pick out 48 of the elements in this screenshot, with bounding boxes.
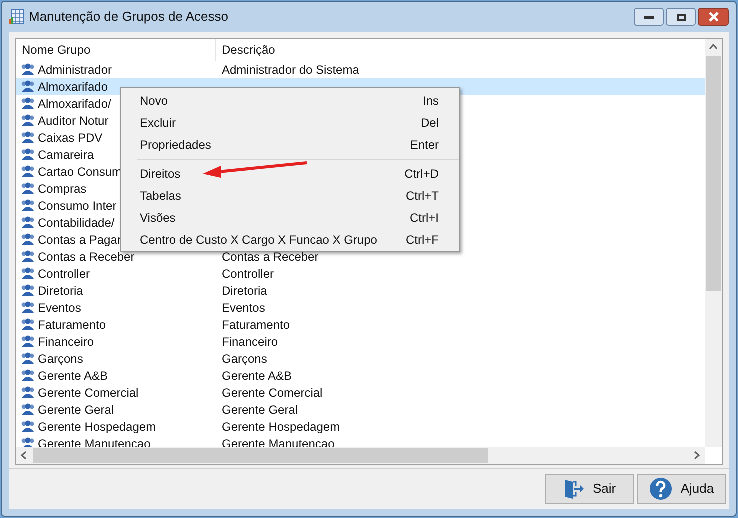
group-name: Gerente Geral xyxy=(38,402,114,418)
group-name: Auditor Notur xyxy=(38,112,109,130)
group-description: Garçons xyxy=(221,350,268,368)
shortcut-label: Ctrl+D xyxy=(404,166,439,183)
group-description: Administrador do Sistema xyxy=(221,62,360,78)
menu-item-label: Propriedades xyxy=(140,137,212,154)
group-description: Gerente Geral xyxy=(221,402,298,418)
group-name: Financeiro xyxy=(38,334,94,350)
group-description: Gerente Comercial xyxy=(221,384,323,402)
group-name: Gerente Comercial xyxy=(38,384,139,402)
group-description: Financeiro xyxy=(221,334,278,350)
menu-item-label: Visões xyxy=(140,210,176,227)
shortcut-label: Enter xyxy=(410,137,439,154)
menu-item-label: Direitos xyxy=(140,166,181,183)
group-name: Camareira xyxy=(38,146,94,164)
group-description: Gerente A&B xyxy=(221,368,292,384)
group-name: Contabilidade/ xyxy=(38,214,115,232)
menu-item-label: Centro de Custo X Cargo X Funcao X Grupo xyxy=(140,232,378,249)
group-name: Controller xyxy=(38,266,90,282)
shortcut-label: Ctrl+I xyxy=(410,210,439,227)
group-name: Administrador xyxy=(38,62,112,78)
window-title: Manutenção de Grupos de Acesso xyxy=(29,8,228,26)
group-name: Almoxarifado/ xyxy=(38,96,112,112)
group-name: Eventos xyxy=(38,300,82,316)
menu-item-label: Novo xyxy=(140,93,168,110)
group-name: Diretoria xyxy=(38,282,84,300)
group-name: Almoxarifado xyxy=(38,78,108,96)
shortcut-label: Ctrl+T xyxy=(406,188,439,205)
group-name: Consumo Inter xyxy=(38,198,117,214)
group-description: Diretoria xyxy=(221,282,268,300)
group-name: Garçons xyxy=(38,350,84,368)
group-name: Gerente Hospedagem xyxy=(38,418,156,436)
group-name: Compras xyxy=(38,180,87,198)
group-name: Contas a Receber xyxy=(38,248,135,266)
group-description: Gerente Hospedagem xyxy=(221,418,340,436)
group-name: Gerente A&B xyxy=(38,368,108,384)
shortcut-label: Ins xyxy=(422,93,439,110)
group-name: Faturamento xyxy=(38,316,106,334)
group-description: Faturamento xyxy=(221,316,290,334)
group-name: Contas a Pagar xyxy=(38,232,122,248)
menu-item-label: Excluir xyxy=(140,115,176,132)
group-description: Eventos xyxy=(221,300,266,316)
shortcut-label: Del xyxy=(420,115,439,132)
group-name: Caixas PDV xyxy=(38,130,103,146)
shortcut-label: Ctrl+F xyxy=(406,232,439,249)
group-description: Contas a Receber xyxy=(221,248,319,266)
group-description: Controller xyxy=(221,266,274,282)
menu-item-label: Tabelas xyxy=(140,188,182,205)
